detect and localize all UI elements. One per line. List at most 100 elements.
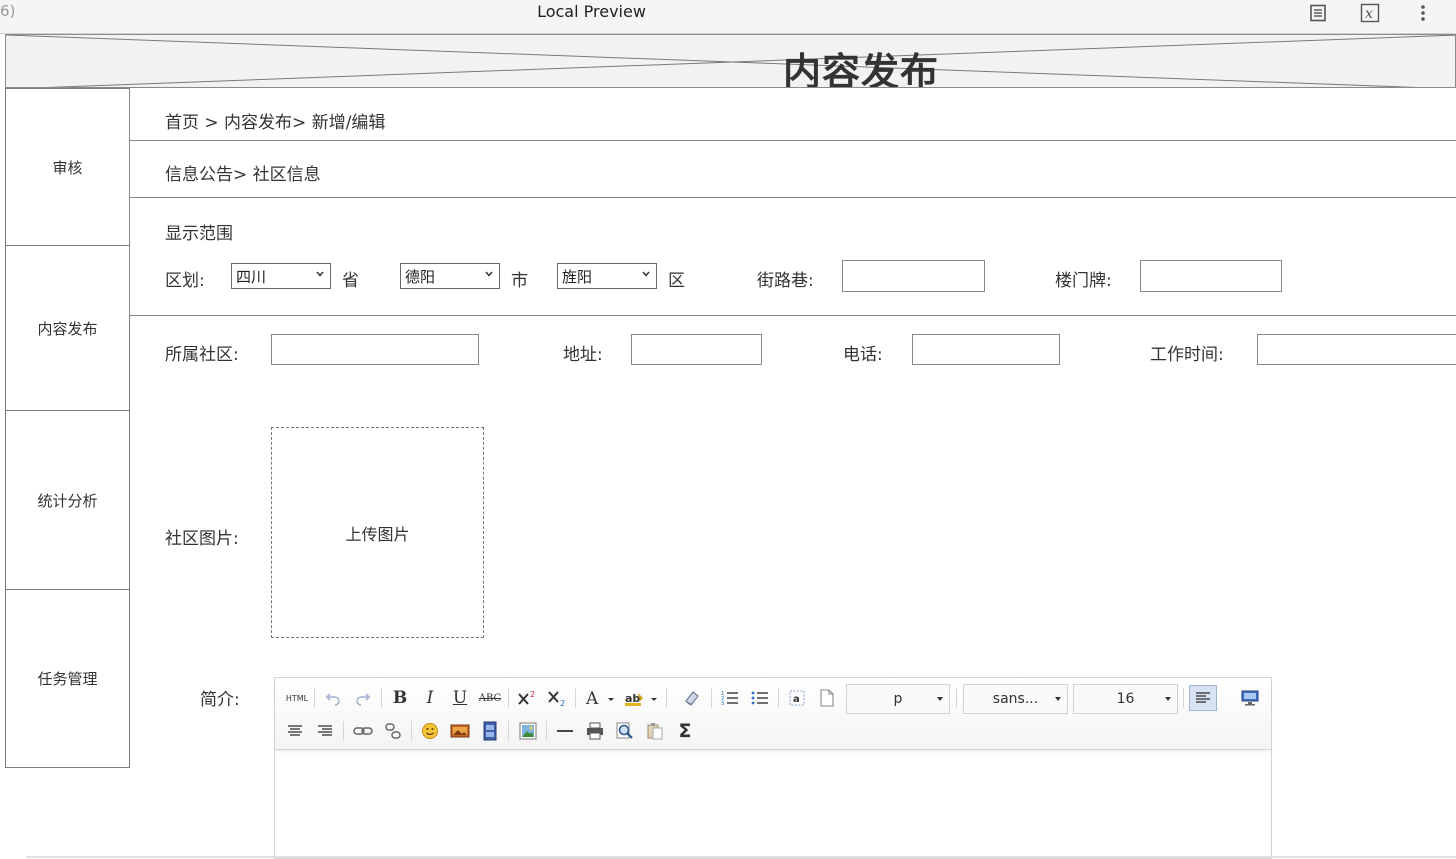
header-banner: 内容发布 [5,34,1456,88]
sidebar-item-tasks[interactable]: 任务管理 [5,589,130,768]
preview-monitor-icon[interactable] [1238,686,1262,710]
ordered-list-icon[interactable]: 123 [718,686,742,710]
area-value: 旌阳 [562,267,593,286]
svg-text:3: 3 [721,701,724,707]
rich-text-editor: HTML B I U ABC 2 2 A ab 1 2 3 a p sans..… [274,677,1272,859]
divider [129,197,1456,198]
city-suffix: 市 [511,271,528,291]
highlight-color-icon[interactable]: ab [623,686,661,710]
unlink-icon[interactable] [381,719,405,743]
area-select[interactable]: 旌阳 [557,263,657,289]
window-title-bar: 6) Local Preview x [0,0,1456,34]
caret-down-icon [937,697,943,701]
divider [129,88,130,316]
print-icon[interactable] [583,719,607,743]
toolbar-separator [546,721,547,741]
hours-input[interactable] [1257,334,1456,365]
toolbar-separator [411,721,412,741]
toolbar-separator [508,688,509,708]
street-input[interactable] [842,260,985,292]
province-value: 四川 [236,267,267,286]
toolbar-separator [1183,688,1184,708]
image-gallery-icon[interactable] [516,719,540,743]
strikethrough-icon[interactable]: ABC [478,686,502,710]
toolbar-separator [778,688,779,708]
phone-input[interactable] [912,334,1060,365]
svg-text:a: a [793,694,800,705]
emoji-icon[interactable] [418,719,442,743]
city-select[interactable]: 德阳 [400,263,500,289]
paste-icon[interactable] [643,719,667,743]
anchor-icon[interactable]: a [785,686,809,710]
sidebar-item-label: 统计分析 [37,491,98,510]
toolbar-separator [575,688,576,708]
paragraph-format-value: p [893,691,903,707]
chevron-down-icon [485,271,493,277]
street-label: 街路巷: [757,271,814,291]
paragraph-format-select[interactable]: p [846,684,950,714]
align-right-icon[interactable] [313,719,337,743]
upload-image-text: 上传图片 [345,524,410,544]
font-family-select[interactable]: sans... [963,684,1068,714]
preview-zoom-icon[interactable] [613,719,637,743]
sidebar-item-label: 内容发布 [37,319,98,338]
superscript-icon[interactable]: 2 [515,686,539,710]
hours-label: 工作时间: [1150,345,1224,365]
upload-image-box[interactable]: 上传图片 [271,427,484,638]
chevron-down-icon [642,271,650,277]
province-select[interactable]: 四川 [231,263,331,289]
document-icon[interactable] [1307,2,1329,24]
image-label: 社区图片: [165,529,239,549]
caret-down-icon [1165,697,1171,701]
subscript-icon[interactable]: 2 [545,686,569,710]
video-insert-icon[interactable] [478,719,502,743]
community-input[interactable] [271,334,479,365]
sidebar: 审核 内容发布 统计分析 任务管理 [5,88,130,768]
horizontal-rule-icon[interactable] [553,719,577,743]
align-left-icon[interactable] [1189,685,1217,711]
breadcrumb: 首页 > 内容发布> 新增/编辑 [165,113,386,133]
page-title: 内容发布 [783,50,940,88]
link-icon[interactable] [351,719,375,743]
unordered-list-icon[interactable] [748,686,772,710]
phone-label: 电话: [843,345,883,365]
sidebar-item-publish[interactable]: 内容发布 [5,245,130,411]
sidebar-item-review[interactable]: 审核 [5,88,130,246]
province-suffix: 省 [342,271,359,291]
sidebar-item-label: 任务管理 [37,670,98,688]
svg-text:2: 2 [530,690,535,699]
sidebar-item-label: 审核 [52,158,83,177]
html-source-button[interactable]: HTML [283,686,311,710]
page-break-icon[interactable] [815,686,839,710]
image-insert-icon[interactable] [448,719,472,743]
divider [129,315,1456,316]
eraser-icon[interactable] [680,686,704,710]
italic-icon[interactable]: I [418,686,442,710]
address-input[interactable] [631,334,762,365]
window-title: Local Preview [537,2,646,21]
sidebar-item-statistics[interactable]: 统计分析 [5,410,130,590]
door-number-input[interactable] [1140,260,1282,292]
font-color-icon[interactable]: A [583,686,621,710]
toolbar-separator [314,688,315,708]
placeholder-cross [6,35,1455,87]
formula-sigma-icon[interactable]: Σ [673,719,697,743]
underline-icon[interactable]: U [448,686,472,710]
scope-heading: 显示范围 [165,224,233,244]
district-label: 区划: [165,271,205,291]
font-size-select[interactable]: 16 [1073,684,1178,714]
more-vertical-icon[interactable] [1412,2,1434,24]
align-center-icon[interactable] [283,719,307,743]
variable-icon[interactable]: x [1359,2,1381,24]
door-number-label: 楼门牌: [1055,271,1112,291]
redo-icon[interactable] [351,686,375,710]
svg-text:2: 2 [560,699,565,707]
undo-icon[interactable] [321,686,345,710]
community-label: 所属社区: [165,345,239,365]
toolbar-separator [666,688,667,708]
toolbar-separator [711,688,712,708]
area-suffix: 区 [668,271,685,291]
font-family-value: sans... [992,691,1039,707]
svg-text:A: A [585,689,599,707]
bold-icon[interactable]: B [388,686,412,710]
